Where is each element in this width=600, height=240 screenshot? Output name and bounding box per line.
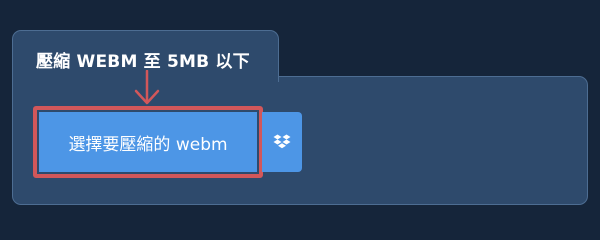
dropbox-button[interactable] [262,112,302,172]
panel-title: 壓縮 WEBM 至 5MB 以下 [36,52,250,72]
choose-file-label: 選擇要壓縮的 webm [68,134,228,155]
choose-file-button[interactable]: 選擇要壓縮的 webm [39,112,257,172]
dropbox-icon [273,134,291,149]
arrow-down-icon [134,70,160,105]
